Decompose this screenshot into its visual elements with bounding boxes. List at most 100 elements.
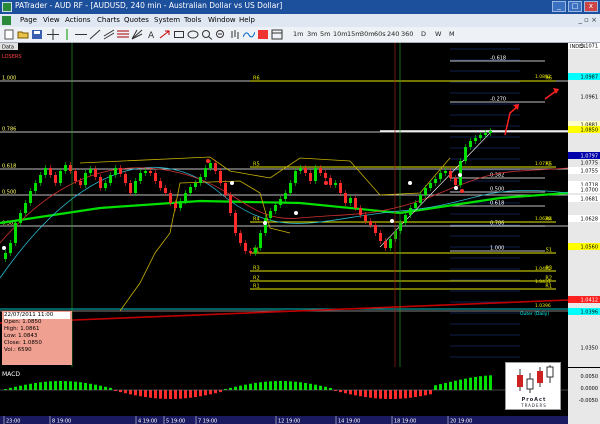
menu-view[interactable]: View <box>43 16 60 24</box>
zoom-out-icon[interactable] <box>215 29 227 40</box>
candle-body <box>29 191 32 203</box>
menu-quotes[interactable]: Quotes <box>124 16 149 24</box>
open-icon[interactable] <box>17 29 29 40</box>
timeframe-30m[interactable]: 30m <box>360 30 375 38</box>
candle-body <box>159 181 162 188</box>
price-axis-label: 1.0681 <box>581 197 599 203</box>
menu-tools[interactable]: Tools <box>184 16 201 24</box>
time-axis-label: 18 19:00 <box>394 419 416 424</box>
text-tool-icon[interactable]: A <box>145 29 157 40</box>
menu-help[interactable]: Help <box>239 16 255 24</box>
macd-bar <box>159 390 162 399</box>
timeframe-m[interactable]: M <box>449 30 455 38</box>
ellipse-tool-icon[interactable] <box>187 29 199 40</box>
macd-bar <box>379 390 382 399</box>
price-axis-label: 1.0755 <box>581 169 599 175</box>
save-icon[interactable] <box>31 29 43 40</box>
candle-body <box>314 168 317 181</box>
candle-body <box>34 183 37 191</box>
candle-body <box>154 173 157 181</box>
macd-bar <box>179 390 182 399</box>
macd-bar <box>289 381 292 390</box>
candle-body <box>284 193 287 199</box>
macd-bar <box>149 390 152 398</box>
fib-right-label: -0.618 <box>490 56 506 62</box>
price-axis-label: 1.0628 <box>581 217 599 223</box>
menu-actions[interactable]: Actions <box>65 16 91 24</box>
indicator-icon[interactable] <box>243 29 255 40</box>
price-axis-label: 1.0850 <box>581 128 599 134</box>
candle-body <box>279 199 282 205</box>
candle-body <box>169 193 172 203</box>
macd-bar <box>209 390 212 395</box>
macd-bar <box>374 390 377 399</box>
ohlc-date: 22/07/2011 11:00 <box>4 312 70 319</box>
color-icon[interactable] <box>257 29 269 40</box>
candle-body <box>269 211 272 218</box>
fib-left-label: 0.786 <box>2 127 16 133</box>
candle-body <box>24 203 27 213</box>
pivot-value-label: 1.0485 <box>535 266 551 272</box>
mdi-controls[interactable]: _ ▫ × <box>578 16 597 24</box>
candle-body <box>4 253 7 259</box>
macd-bar <box>279 381 282 390</box>
macd-bar <box>49 381 52 390</box>
time-axis-label: 23:00 <box>6 419 20 424</box>
macd-bar <box>344 390 347 394</box>
candle-body <box>229 195 232 213</box>
rectangle-tool-icon[interactable] <box>173 29 185 40</box>
macd-axis-label: 0.0050 <box>581 374 599 380</box>
candle-body <box>174 203 177 208</box>
candle-body <box>329 178 332 185</box>
menu-system[interactable]: System <box>154 16 180 24</box>
template-icon[interactable] <box>271 29 283 40</box>
fib-right-label: 0.618 <box>490 201 504 207</box>
menu-charts[interactable]: Charts <box>97 16 120 24</box>
price-chart[interactable]: 1.0000.7860.6180.5000.382-0.618-0.2700.3… <box>0 43 600 367</box>
candle-body <box>454 178 457 185</box>
macd-bar <box>409 390 412 398</box>
swing-marker <box>263 221 267 225</box>
candle-body <box>459 161 462 185</box>
outer-daily-label: Outer (Daily) <box>520 311 549 317</box>
timeframe-360[interactable]: 360 <box>401 30 413 38</box>
timeframe-240[interactable]: 240 <box>387 30 399 38</box>
timeframe-w[interactable]: W <box>435 30 441 38</box>
timeframe-1m[interactable]: 1m <box>293 30 303 38</box>
gann-fan-icon[interactable] <box>131 29 143 40</box>
macd-bar <box>429 390 432 395</box>
zoom-in-icon[interactable] <box>201 29 213 40</box>
crosshair-icon[interactable] <box>47 29 59 40</box>
candle-body <box>94 169 97 177</box>
candle-body <box>349 198 352 203</box>
price-axis-label: 1.0775 <box>581 161 599 167</box>
candle-body <box>309 173 312 181</box>
indicator-label: LOSERS <box>2 54 22 60</box>
vertical-line-icon[interactable] <box>61 29 73 40</box>
fibonacci-icon[interactable] <box>117 29 129 40</box>
timeframe-10m[interactable]: 10m <box>333 30 348 38</box>
price-axis-panel <box>568 43 600 367</box>
menu-page[interactable]: Page <box>20 16 37 24</box>
horizontal-line-icon[interactable] <box>75 29 87 40</box>
fib-right-label: 1.000 <box>490 246 504 252</box>
timeframe-d[interactable]: D <box>421 30 426 38</box>
timeframe-3m[interactable]: 3m <box>307 30 317 38</box>
minimize-button[interactable]: _ <box>552 1 566 12</box>
trendline-icon[interactable] <box>89 29 101 40</box>
maximize-button[interactable]: □ <box>568 1 582 12</box>
new-icon[interactable] <box>3 29 15 40</box>
pivot-label: R1 <box>253 284 260 290</box>
candle-body <box>139 173 142 181</box>
menu-window[interactable]: Window <box>208 16 236 24</box>
arrow-tool-icon[interactable] <box>159 29 171 40</box>
candle-body <box>369 221 372 225</box>
timeframe-5m[interactable]: 5m <box>320 30 330 38</box>
candle-body <box>49 168 52 175</box>
close-button[interactable]: x <box>584 1 598 12</box>
chart-type-icon[interactable] <box>229 29 241 40</box>
timeframe-60[interactable]: 60s <box>374 30 386 38</box>
channel-icon[interactable] <box>103 29 115 40</box>
candle-body <box>74 171 77 181</box>
system-menu-icon[interactable] <box>2 16 11 25</box>
